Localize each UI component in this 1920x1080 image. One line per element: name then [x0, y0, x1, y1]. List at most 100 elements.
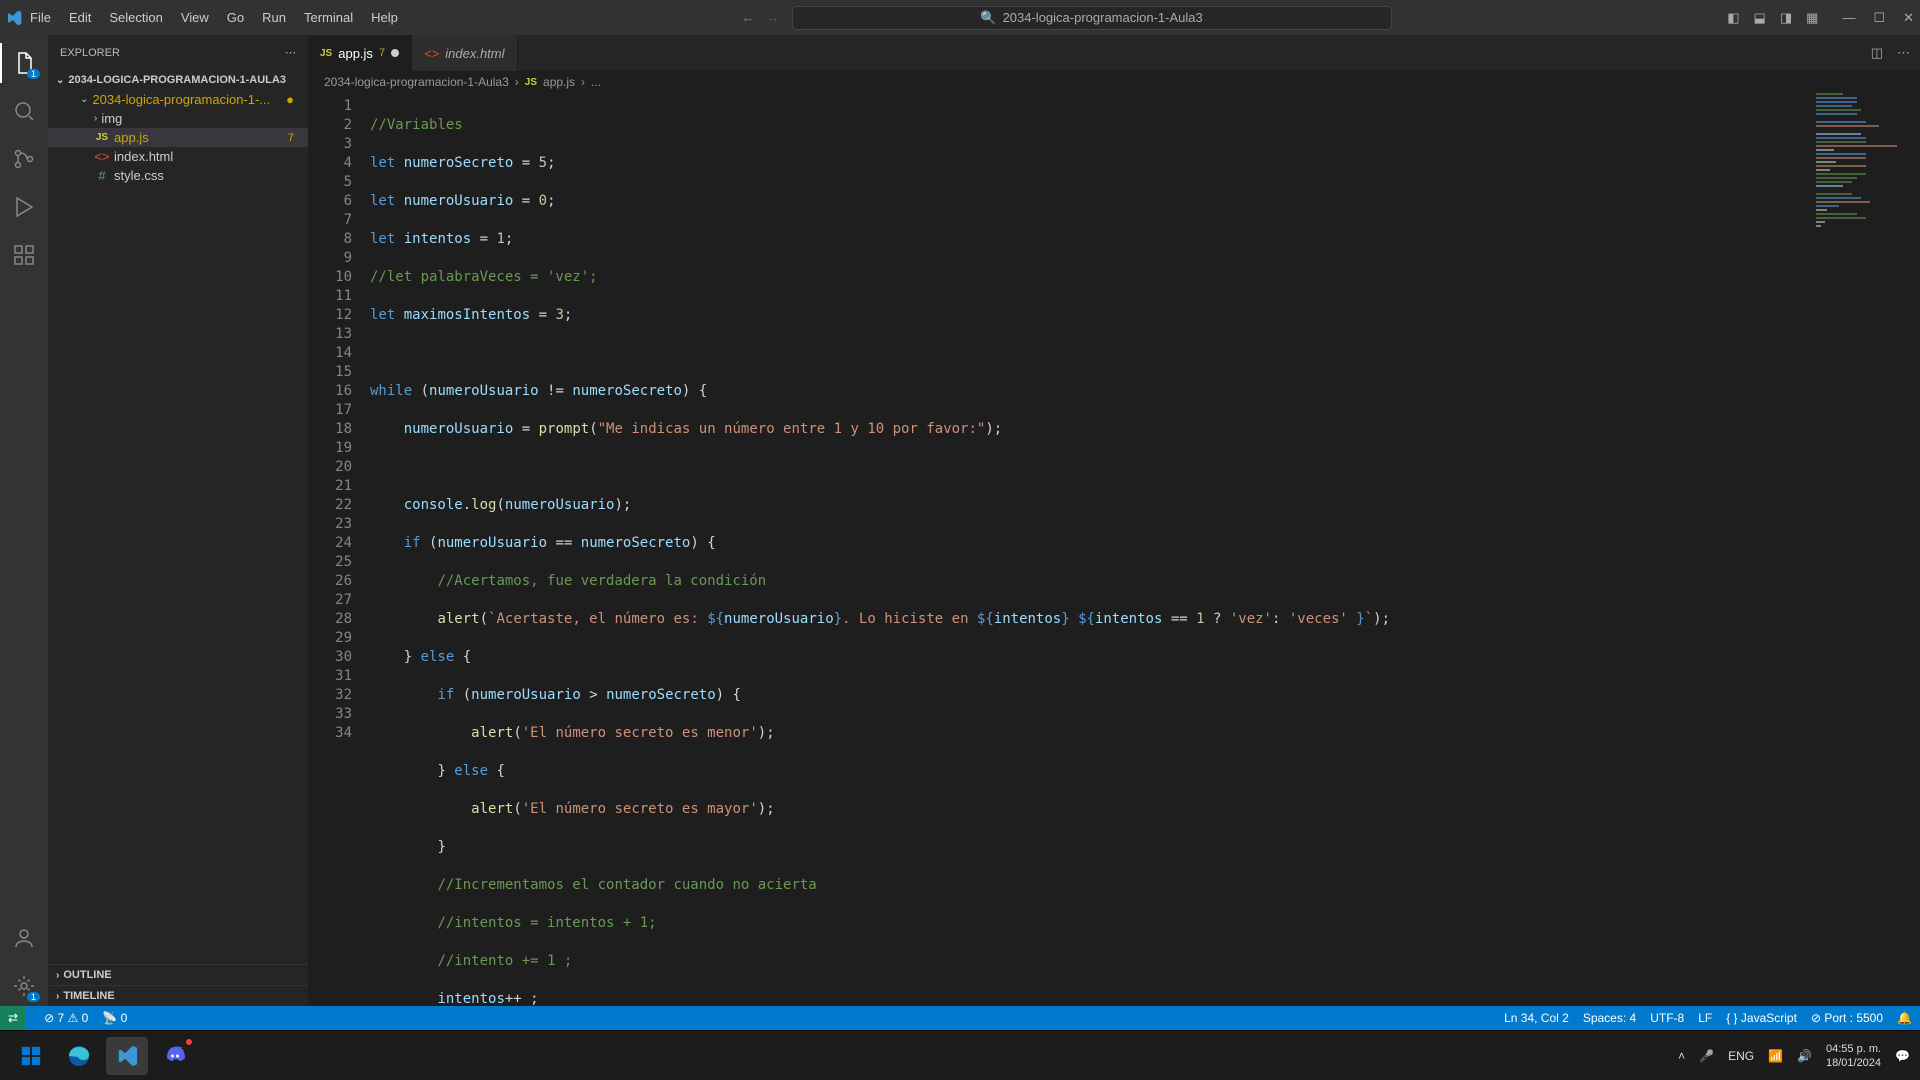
- editor-group: JS app.js 7 <> index.html ◫ ⋯ 2034-logic…: [308, 35, 1920, 1006]
- taskbar-vscode-icon[interactable]: [106, 1037, 148, 1075]
- menu-selection[interactable]: Selection: [101, 6, 170, 29]
- taskbar-wifi-icon[interactable]: 📶: [1768, 1049, 1783, 1063]
- layout-customize-icon[interactable]: ▦: [1806, 10, 1818, 26]
- taskbar-mic-icon[interactable]: 🎤: [1699, 1049, 1714, 1063]
- status-cursor-position[interactable]: Ln 34, Col 2: [1504, 1011, 1569, 1025]
- file-index-html[interactable]: <> index.html: [48, 147, 308, 166]
- tab-app-js[interactable]: JS app.js 7: [308, 35, 412, 71]
- error-icon: ⊘: [44, 1011, 54, 1025]
- activity-explorer-icon[interactable]: 1: [0, 43, 48, 83]
- windows-taskbar: ˄ 🎤 ENG 📶 🔊 04:55 p. m. 18/01/2024 💬: [0, 1030, 1920, 1080]
- menu-terminal[interactable]: Terminal: [296, 6, 361, 29]
- activity-search-icon[interactable]: [0, 91, 48, 131]
- chevron-down-icon: [56, 75, 64, 86]
- taskbar-start-button[interactable]: [10, 1037, 52, 1075]
- file-style-css[interactable]: # style.css: [48, 166, 308, 185]
- taskbar-clock[interactable]: 04:55 p. m. 18/01/2024: [1826, 1042, 1881, 1070]
- menu-bar: File Edit Selection View Go Run Terminal…: [22, 6, 406, 29]
- nav-back-icon[interactable]: ←: [742, 10, 755, 25]
- code-editor[interactable]: 1234567891011121314151617181920212223242…: [308, 93, 1920, 1006]
- command-center[interactable]: 🔍 2034-logica-programacion-1-Aula3: [792, 6, 1392, 30]
- line-numbers: 1234567891011121314151617181920212223242…: [308, 93, 370, 1006]
- status-problems[interactable]: ⊘ 7 ⚠ 0: [44, 1011, 88, 1025]
- vscode-logo-icon: [6, 10, 22, 26]
- layout-toggle-bottom-icon[interactable]: ⬓: [1754, 10, 1766, 26]
- status-ports[interactable]: 📡 0: [102, 1011, 127, 1025]
- window-close-icon[interactable]: ✕: [1903, 10, 1914, 26]
- modified-dot-icon: ●: [286, 92, 300, 107]
- status-indentation[interactable]: Spaces: 4: [1583, 1011, 1636, 1025]
- status-notifications-icon[interactable]: 🔔: [1897, 1011, 1912, 1025]
- unsaved-dot-icon: [391, 49, 399, 57]
- breadcrumb[interactable]: 2034-logica-programacion-1-Aula3 › JS ap…: [308, 71, 1920, 93]
- chevron-right-icon: ›: [515, 75, 519, 89]
- sidebar-title: EXPLORER: [60, 47, 120, 59]
- sidebar-more-icon[interactable]: ⋯: [285, 46, 296, 59]
- radio-icon: 📡: [102, 1011, 117, 1025]
- file-app-js[interactable]: JS app.js 7: [48, 128, 308, 147]
- js-file-icon: JS: [525, 77, 537, 88]
- search-text: 2034-logica-programacion-1-Aula3: [1003, 10, 1203, 25]
- tab-warning-count: 7: [379, 47, 385, 59]
- html-file-icon: <>: [424, 46, 439, 61]
- activity-account-icon[interactable]: [0, 918, 48, 958]
- css-file-icon: #: [94, 168, 110, 183]
- taskbar-chevron-up-icon[interactable]: ˄: [1678, 1049, 1685, 1063]
- folder-img[interactable]: img: [48, 109, 308, 128]
- activity-extensions-icon[interactable]: [0, 235, 48, 275]
- remote-indicator[interactable]: ⇄: [0, 1006, 26, 1030]
- outline-section[interactable]: OUTLINE: [48, 964, 308, 985]
- status-language[interactable]: { } JavaScript: [1726, 1011, 1797, 1025]
- menu-run[interactable]: Run: [254, 6, 294, 29]
- window-maximize-icon[interactable]: ☐: [1873, 10, 1885, 26]
- menu-go[interactable]: Go: [219, 6, 252, 29]
- status-encoding[interactable]: UTF-8: [1650, 1011, 1684, 1025]
- remote-icon: ⇄: [8, 1011, 18, 1025]
- menu-view[interactable]: View: [173, 6, 217, 29]
- nav-forward-icon[interactable]: →: [767, 10, 780, 25]
- chevron-right-icon: ›: [581, 75, 585, 89]
- folder-root[interactable]: 2034-logica-programacion-1-... ●: [48, 90, 308, 109]
- taskbar-edge-icon[interactable]: [58, 1037, 100, 1075]
- sidebar: EXPLORER ⋯ 2034-LOGICA-PROGRAMACION-1-AU…: [48, 35, 308, 1006]
- chevron-right-icon: [56, 970, 59, 981]
- notification-dot-icon: [184, 1037, 194, 1047]
- titlebar: File Edit Selection View Go Run Terminal…: [0, 0, 1920, 35]
- explorer-badge: 1: [27, 69, 40, 79]
- chevron-down-icon: [80, 94, 88, 105]
- window-minimize-icon[interactable]: —: [1842, 10, 1855, 26]
- status-live-server[interactable]: ⊘ Port : 5500: [1811, 1011, 1883, 1025]
- js-file-icon: JS: [94, 132, 110, 143]
- taskbar-language[interactable]: ENG: [1728, 1049, 1754, 1063]
- settings-badge: 1: [27, 992, 40, 1002]
- more-actions-icon[interactable]: ⋯: [1897, 45, 1910, 61]
- search-icon: 🔍: [980, 10, 996, 26]
- menu-edit[interactable]: Edit: [61, 6, 99, 29]
- timeline-section[interactable]: TIMELINE: [48, 985, 308, 1006]
- status-bar: ⇄ ⊘ 7 ⚠ 0 📡 0 Ln 34, Col 2 Spaces: 4 UTF…: [0, 1006, 1920, 1030]
- activity-run-debug-icon[interactable]: [0, 187, 48, 227]
- layout-toggle-right-icon[interactable]: ◨: [1780, 10, 1792, 26]
- menu-help[interactable]: Help: [363, 6, 406, 29]
- file-warning-count: 7: [288, 132, 300, 144]
- minimap[interactable]: [1816, 93, 1906, 213]
- tab-index-html[interactable]: <> index.html: [412, 35, 517, 71]
- menu-file[interactable]: File: [22, 6, 59, 29]
- status-eol[interactable]: LF: [1698, 1011, 1712, 1025]
- file-tree: 2034-logica-programacion-1-... ● img JS …: [48, 90, 308, 964]
- warning-icon: ⚠: [68, 1011, 79, 1025]
- activity-bar: 1 1: [0, 35, 48, 1006]
- code-content[interactable]: //Variables let numeroSecreto = 5; let n…: [370, 93, 1920, 1006]
- split-editor-icon[interactable]: ◫: [1871, 45, 1883, 61]
- html-file-icon: <>: [94, 149, 110, 164]
- activity-source-control-icon[interactable]: [0, 139, 48, 179]
- chevron-right-icon: [94, 113, 97, 124]
- layout-toggle-left-icon[interactable]: ◧: [1727, 10, 1739, 26]
- taskbar-volume-icon[interactable]: 🔊: [1797, 1049, 1812, 1063]
- editor-tabs: JS app.js 7 <> index.html ◫ ⋯: [308, 35, 1920, 71]
- taskbar-notifications-icon[interactable]: 💬: [1895, 1049, 1910, 1063]
- chevron-right-icon: [56, 991, 59, 1002]
- sidebar-section[interactable]: 2034-LOGICA-PROGRAMACION-1-AULA3: [48, 70, 308, 90]
- taskbar-discord-icon[interactable]: [154, 1037, 196, 1075]
- activity-settings-icon[interactable]: 1: [0, 966, 48, 1006]
